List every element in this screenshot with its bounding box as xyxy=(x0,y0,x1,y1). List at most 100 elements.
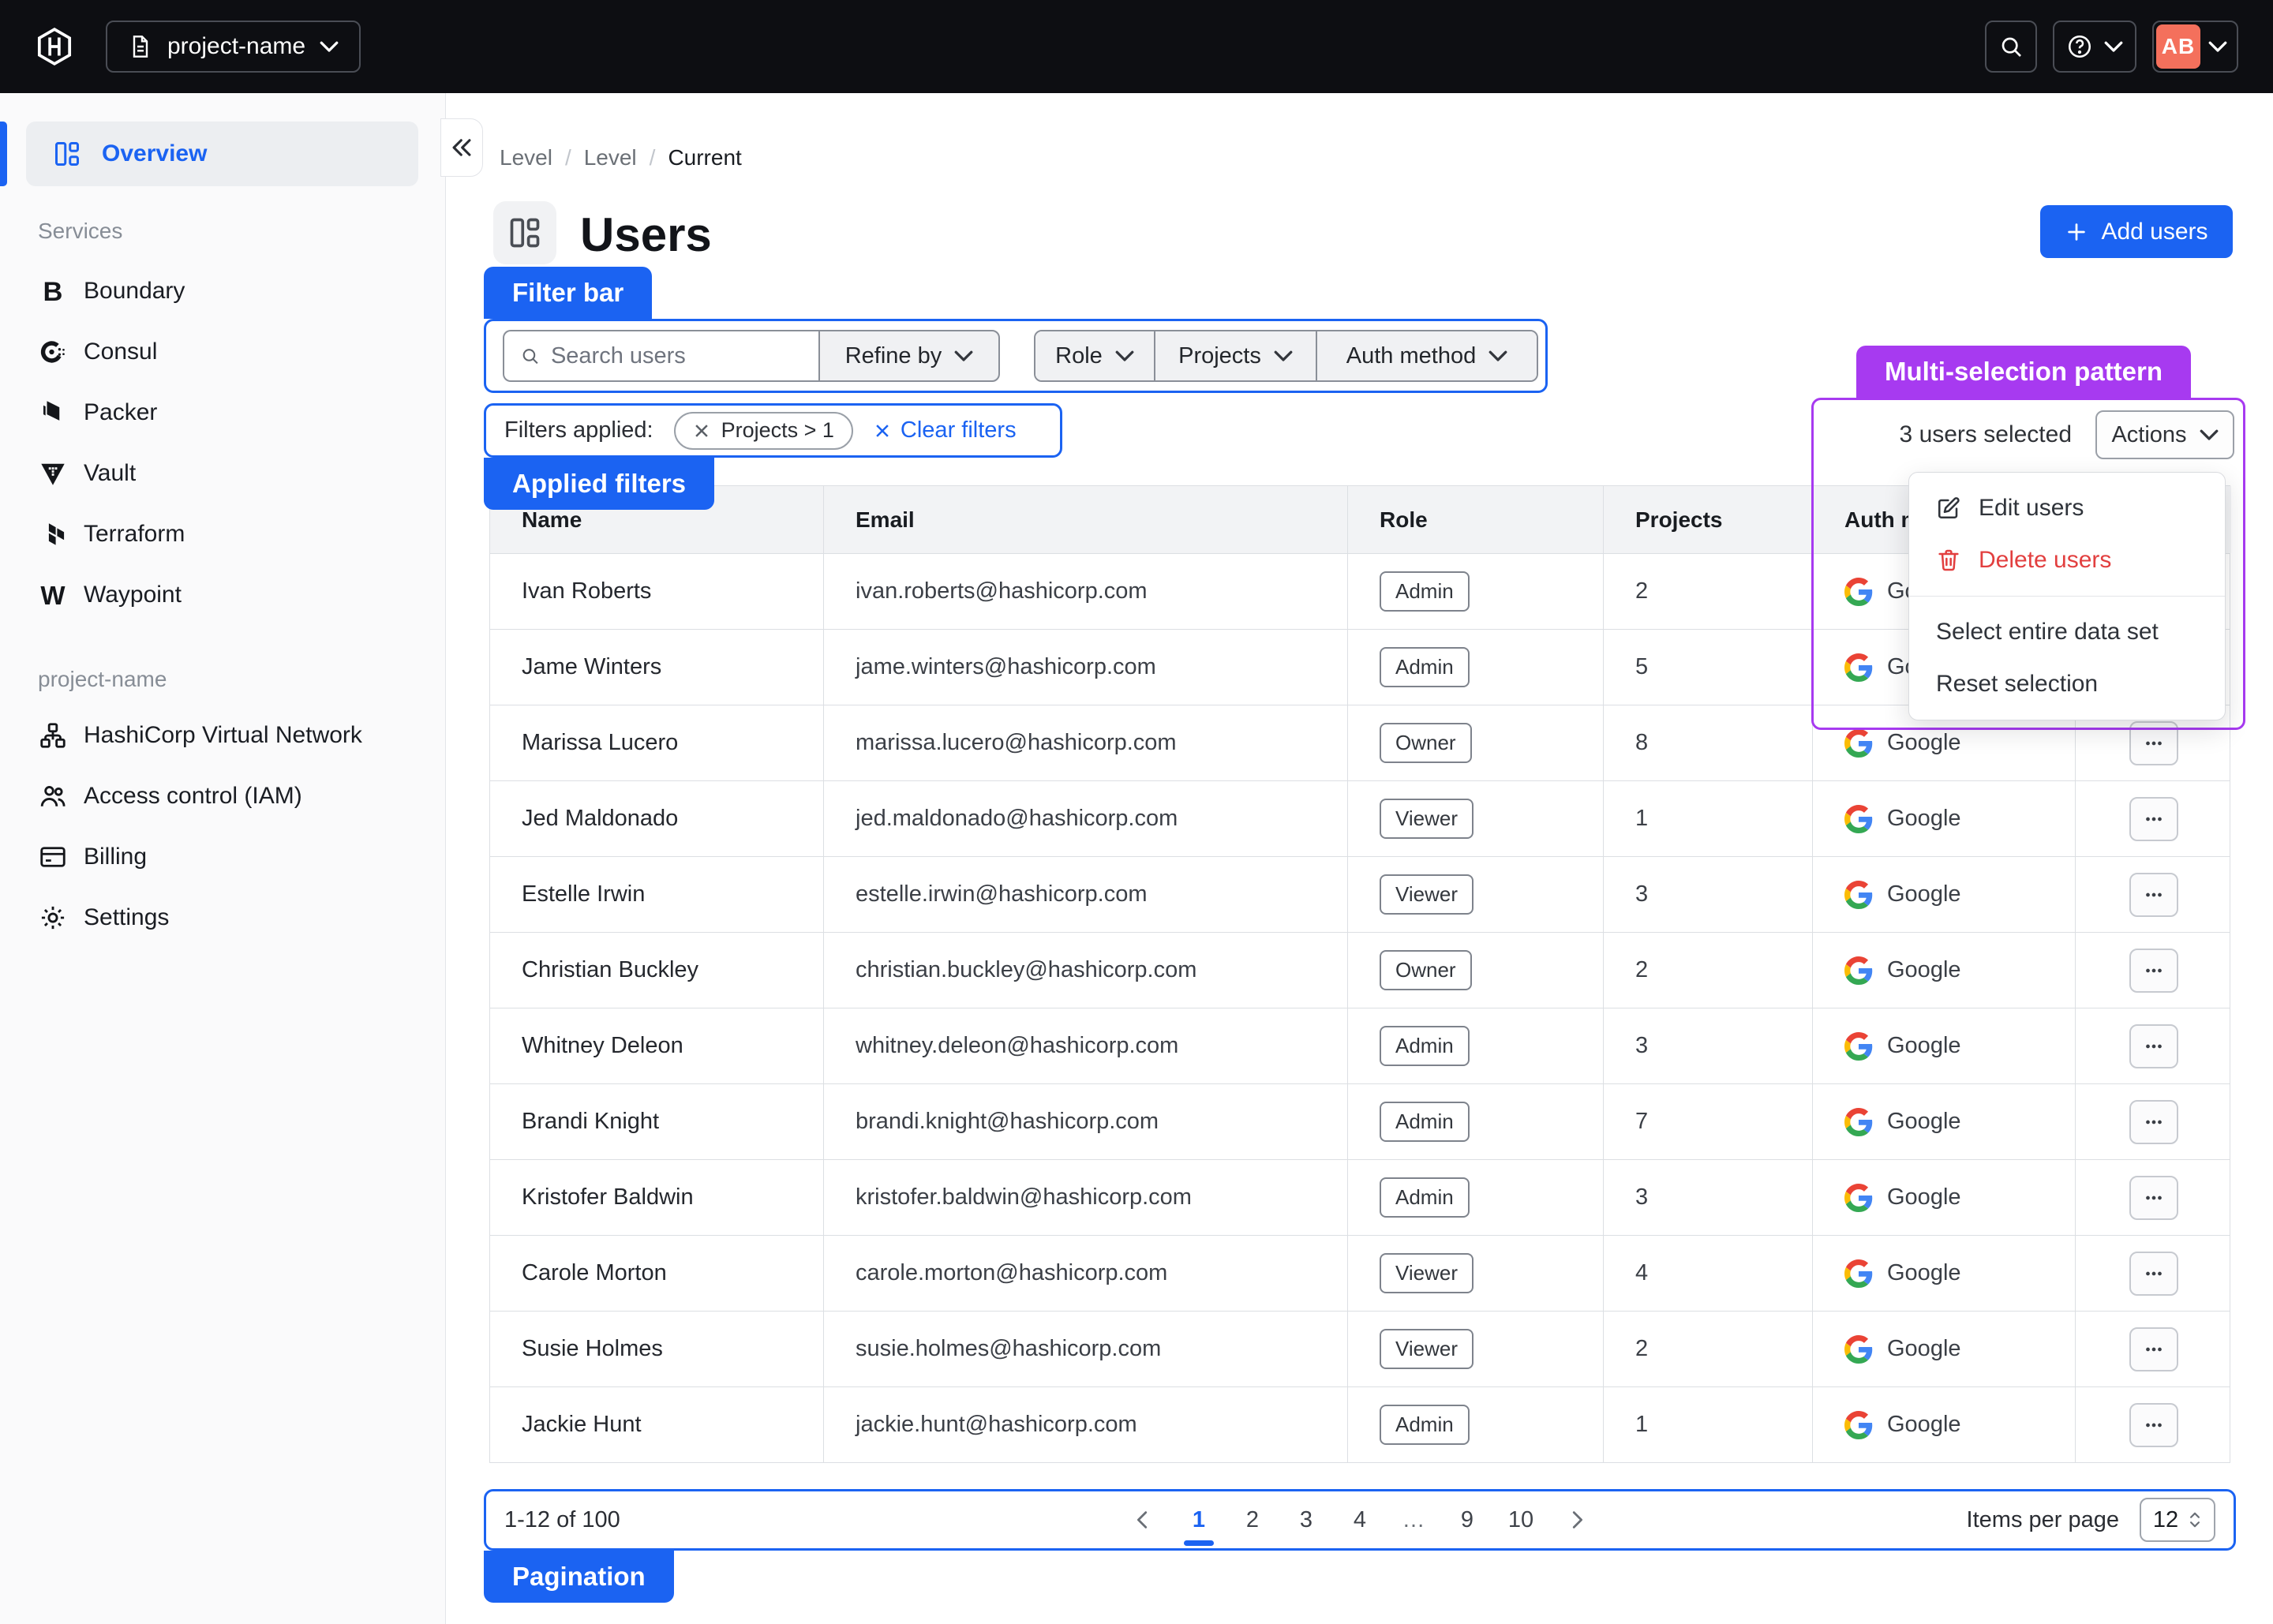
projects-filter-dropdown[interactable]: Projects xyxy=(1154,331,1316,380)
search-users-input[interactable] xyxy=(551,343,803,369)
auth-method-name: Google xyxy=(1887,1336,1961,1362)
sidebar-item-hashicorp-virtual-network[interactable]: HashiCorp Virtual Network xyxy=(38,712,429,759)
ellipsis-icon xyxy=(2142,1186,2166,1210)
role-badge: Admin xyxy=(1380,1177,1470,1218)
row-actions-button[interactable] xyxy=(2129,1024,2178,1068)
sidebar-collapse-button[interactable] xyxy=(440,118,483,177)
account-menu-button[interactable]: AB xyxy=(2152,21,2238,73)
sidebar-item-settings[interactable]: Settings xyxy=(38,894,429,941)
user-auth-method-cell: Google xyxy=(1813,857,2076,932)
sidebar-nav: Services B Boundary Consul Packer xyxy=(38,215,429,941)
ellipsis-icon xyxy=(2142,732,2166,755)
filter-chip-projects[interactable]: Projects > 1 xyxy=(674,412,853,450)
sidebar-item-overview[interactable]: Overview xyxy=(26,122,418,186)
actions-dropdown-button[interactable]: Actions xyxy=(2095,410,2234,459)
menu-divider xyxy=(1909,596,2225,597)
selection-status: 3 users selected xyxy=(1900,421,2072,448)
row-actions-button[interactable] xyxy=(2129,1100,2178,1144)
sidebar-item-access-control-iam[interactable]: Access control (IAM) xyxy=(38,773,429,820)
pagination-page-3[interactable]: 3 xyxy=(1291,1489,1321,1551)
ellipsis-icon xyxy=(2142,1413,2166,1437)
column-header-email[interactable]: Email xyxy=(824,486,1348,553)
menu-item-label: Delete users xyxy=(1979,547,2111,574)
user-role-cell: Admin xyxy=(1348,554,1604,629)
global-search-button[interactable] xyxy=(1985,21,2037,73)
top-nav: project-name AB xyxy=(0,0,2273,93)
document-icon xyxy=(128,34,153,59)
row-actions-cell xyxy=(2076,857,2231,932)
role-filter-dropdown[interactable]: Role xyxy=(1035,331,1154,380)
row-actions-button[interactable] xyxy=(2129,721,2178,765)
sidebar-item-label: Packer xyxy=(84,399,157,426)
user-email-cell: kristofer.baldwin@hashicorp.com xyxy=(824,1160,1348,1235)
role-badge: Viewer xyxy=(1380,1253,1474,1293)
user-projects-cell: 8 xyxy=(1604,705,1813,780)
menu-item-select-entire-data-set[interactable]: Select entire data set xyxy=(1909,606,2225,658)
sidebar-item-vault[interactable]: Vault xyxy=(38,450,429,497)
clear-filters-button[interactable]: Clear filters xyxy=(874,417,1017,443)
menu-item-edit-users[interactable]: Edit users xyxy=(1909,482,2225,534)
project-selector-dropdown[interactable]: project-name xyxy=(106,21,361,73)
user-role-cell: Viewer xyxy=(1348,781,1604,856)
items-per-page-stepper[interactable]: 12 xyxy=(2140,1498,2215,1542)
user-auth-method-cell: Google xyxy=(1813,1387,2076,1462)
ellipsis-icon xyxy=(2142,959,2166,982)
chevron-left-icon xyxy=(1131,1508,1155,1532)
next-page-button[interactable] xyxy=(1560,1489,1594,1551)
row-actions-button[interactable] xyxy=(2129,797,2178,841)
ellipsis-icon xyxy=(2142,807,2166,831)
refine-by-dropdown[interactable]: Refine by xyxy=(818,330,1000,382)
column-header-projects[interactable]: Projects xyxy=(1604,486,1813,553)
breadcrumb-separator: / xyxy=(565,145,571,170)
pagination-ellipsis: … xyxy=(1399,1489,1429,1551)
table-row: Susie Holmes susie.holmes@hashicorp.com … xyxy=(490,1312,2230,1387)
app-window: project-name AB Overview Services xyxy=(0,0,2273,1624)
sidebar-item-consul[interactable]: Consul xyxy=(38,328,429,376)
row-actions-button[interactable] xyxy=(2129,949,2178,993)
add-users-button[interactable]: Add users xyxy=(2040,205,2233,258)
users-grid-icon xyxy=(507,215,542,250)
table-row: Christian Buckley christian.buckley@hash… xyxy=(490,933,2230,1008)
user-role-cell: Owner xyxy=(1348,933,1604,1008)
user-auth-method-cell: Google xyxy=(1813,933,2076,1008)
user-name-cell: Kristofer Baldwin xyxy=(490,1160,824,1235)
row-actions-button[interactable] xyxy=(2129,1327,2178,1371)
overview-grid-icon xyxy=(53,140,81,168)
google-logo-icon xyxy=(1844,1335,1873,1364)
sidebar-item-packer[interactable]: Packer xyxy=(38,389,429,436)
row-actions-button[interactable] xyxy=(2129,1176,2178,1220)
pagination-page-1[interactable]: 1 xyxy=(1184,1489,1214,1551)
sidebar-item-boundary[interactable]: B Boundary xyxy=(38,268,429,315)
users-icon xyxy=(38,781,68,811)
previous-page-button[interactable] xyxy=(1125,1489,1160,1551)
auth-method-filter-dropdown[interactable]: Auth method xyxy=(1316,331,1537,380)
user-projects-cell: 7 xyxy=(1604,1084,1813,1159)
pagination-page-9[interactable]: 9 xyxy=(1452,1489,1482,1551)
user-name-cell: Jed Maldonado xyxy=(490,781,824,856)
pagination-page-2[interactable]: 2 xyxy=(1238,1489,1268,1551)
sidebar-item-billing[interactable]: Billing xyxy=(38,833,429,881)
menu-item-reset-selection[interactable]: Reset selection xyxy=(1909,658,2225,710)
row-actions-button[interactable] xyxy=(2129,873,2178,917)
help-menu-button[interactable] xyxy=(2053,21,2136,73)
pagination-page-10[interactable]: 10 xyxy=(1506,1489,1536,1551)
sidebar-item-waypoint[interactable]: W Waypoint xyxy=(38,571,429,619)
breadcrumb-item[interactable]: Level xyxy=(500,145,552,170)
google-logo-icon xyxy=(1844,1032,1873,1061)
row-actions-button[interactable] xyxy=(2129,1252,2178,1296)
google-logo-icon xyxy=(1844,1411,1873,1439)
pagination-controls: 1234 … 9 10 xyxy=(1125,1489,1594,1551)
user-name-cell: Ivan Roberts xyxy=(490,554,824,629)
pagination-page-4[interactable]: 4 xyxy=(1345,1489,1375,1551)
menu-item-delete-users[interactable]: Delete users xyxy=(1909,534,2225,586)
auth-method-name: Google xyxy=(1887,1033,1961,1059)
avatar: AB xyxy=(2156,24,2200,69)
actions-menu: Edit users Delete users Select entire da… xyxy=(1908,472,2226,720)
column-header-role[interactable]: Role xyxy=(1348,486,1604,553)
user-auth-method-cell: Google xyxy=(1813,1312,2076,1386)
breadcrumb-item[interactable]: Level xyxy=(584,145,637,170)
row-actions-cell xyxy=(2076,1387,2231,1462)
row-actions-button[interactable] xyxy=(2129,1403,2178,1447)
sidebar-item-terraform[interactable]: Terraform xyxy=(38,511,429,558)
top-nav-right: AB xyxy=(1985,21,2238,73)
